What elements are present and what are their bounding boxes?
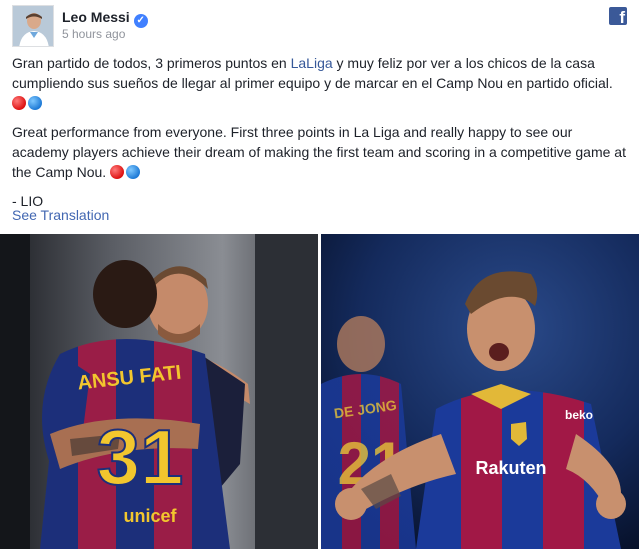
photo-celebration[interactable]: 21 DE JONG Rakuten beko [321,234,639,549]
author-name-text[interactable]: Leo Messi [62,9,130,25]
post-body: Gran partido de todos, 3 primeros puntos… [12,53,630,220]
blue-circle-emoji-icon [28,96,42,110]
red-circle-emoji-icon [110,165,125,179]
brand-right: beko [565,408,593,422]
jersey-number-left: 31 [97,413,184,501]
photo-grid: ANSU FATI 31 unicef 21 DE JONG Rakuten b… [0,234,639,549]
text-es-part1: Gran partido de todos, 3 primeros puntos… [12,55,291,71]
avatar[interactable] [12,5,54,47]
text-en: Great performance from everyone. First t… [12,124,626,180]
laliga-link[interactable]: LaLiga [291,55,333,71]
photo-hug[interactable]: ANSU FATI 31 unicef [0,234,318,549]
sponsor-right: Rakuten [475,458,546,478]
author-name[interactable]: Leo Messi ✓ [62,9,148,28]
verified-check-icon: ✓ [133,14,148,28]
sponsor-left: unicef [123,506,177,526]
post-timestamp[interactable]: 5 hours ago [62,27,125,41]
post-header: Leo Messi ✓ 5 hours ago f [12,5,627,47]
facebook-icon[interactable]: f [609,7,627,25]
facebook-post: Leo Messi ✓ 5 hours ago f Gran partido de… [0,0,639,549]
see-translation-link[interactable]: See Translation [12,207,109,223]
blue-circle-emoji-icon [126,165,141,179]
red-circle-emoji-icon [12,96,26,110]
post-text-spanish: Gran partido de todos, 3 primeros puntos… [12,53,630,113]
post-text-english: Great performance from everyone. First t… [12,122,630,182]
